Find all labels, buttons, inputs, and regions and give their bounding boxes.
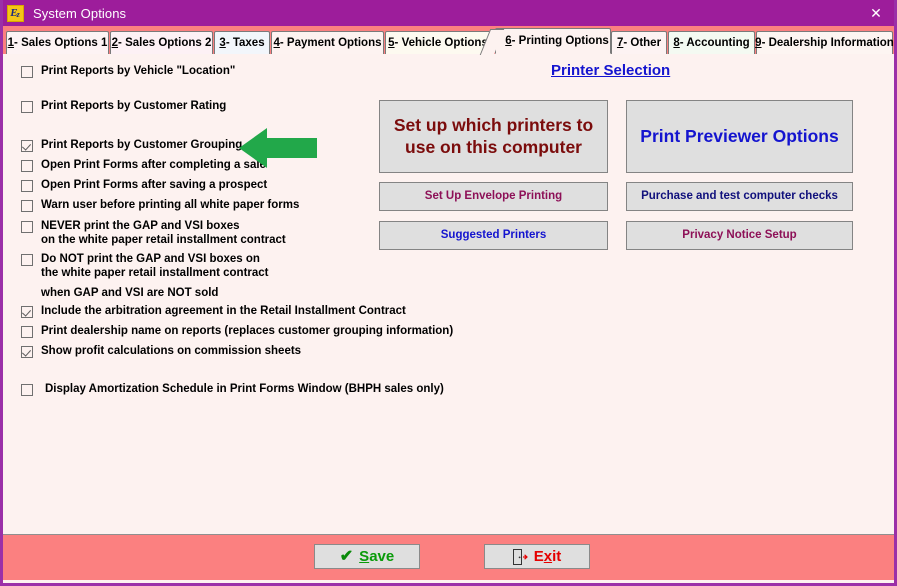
checkbox-open-print-forms-after-sale[interactable]: [21, 160, 33, 172]
tab-label: - Payment Options: [279, 37, 382, 49]
option-row-never-gap-vsi[interactable]: NEVER print the GAP and VSI boxes: [21, 220, 240, 233]
option-row-open-print-forms-sale[interactable]: Open Print Forms after completing a sale: [21, 159, 266, 172]
option-label: Print Reports by Customer Rating: [41, 100, 227, 112]
option-label: Print dealership name on reports (replac…: [41, 325, 454, 337]
save-button[interactable]: ✔ Save: [314, 544, 420, 569]
checkbox-print-reports-by-customer-rating[interactable]: [21, 101, 33, 113]
checkbox-never-print-gap-vsi[interactable]: [21, 221, 33, 233]
suggested-printers-button[interactable]: Suggested Printers: [379, 221, 608, 250]
tab-vehicle-options[interactable]: 5 - Vehicle Options: [385, 31, 491, 54]
exit-button[interactable]: Exit: [484, 544, 590, 569]
option-row-arbitration-agreement[interactable]: Include the arbitration agreement in the…: [21, 305, 406, 318]
tab-label: - Printing Options: [511, 35, 609, 47]
ez-logo-icon: Ez: [7, 4, 24, 22]
option-label: Warn user before printing all white pape…: [41, 199, 300, 211]
option-label: Print Reports by Vehicle "Location": [41, 65, 236, 77]
purchase-test-computer-checks-button[interactable]: Purchase and test computer checks: [626, 182, 853, 211]
setup-envelope-printing-button[interactable]: Set Up Envelope Printing: [379, 182, 608, 211]
checkbox-open-print-forms-after-prospect[interactable]: [21, 180, 33, 192]
checkbox-show-profit-calculations[interactable]: [21, 346, 33, 358]
tab-payment-options[interactable]: 4 - Payment Options: [271, 31, 384, 54]
tab-strip: 1 - Sales Options 1 2 - Sales Options 2 …: [3, 26, 894, 55]
option-row-profit-calculations[interactable]: Show profit calculations on commission s…: [21, 345, 301, 358]
printer-selection-heading: Printer Selection: [551, 62, 671, 79]
tab-label: - Sales Options 2: [118, 37, 212, 49]
printing-options-panel: Print Reports by Vehicle "Location" Prin…: [3, 54, 894, 534]
tab-label: - Sales Options 1: [14, 37, 108, 49]
tab-accounting[interactable]: 8 - Accounting: [668, 31, 755, 54]
checkbox-do-not-print-gap-vsi[interactable]: [21, 254, 33, 266]
option-label: Print Reports by Customer Grouping: [41, 139, 243, 151]
option-continuation-donot-gap-line3: when GAP and VSI are NOT sold: [41, 287, 219, 299]
option-label: NEVER print the GAP and VSI boxes: [41, 220, 240, 232]
tab-printing-options[interactable]: 6 - Printing Options: [479, 28, 611, 55]
tab-dealership-information[interactable]: 9 - Dealership Information: [755, 31, 894, 54]
setup-printers-button[interactable]: Set up which printers to use on this com…: [379, 100, 608, 173]
option-label: Open Print Forms after saving a prospect: [41, 179, 268, 191]
checkbox-print-dealership-name-on-reports[interactable]: [21, 326, 33, 338]
tab-taxes[interactable]: 3 - Taxes: [214, 31, 270, 54]
option-label: Do NOT print the GAP and VSI boxes on: [41, 253, 260, 265]
option-label: Show profit calculations on commission s…: [41, 345, 302, 357]
tab-label: - Accounting: [679, 37, 750, 49]
tab-label: - Dealership Information: [761, 37, 894, 49]
tab-sales-options-2[interactable]: 2 - Sales Options 2: [110, 31, 213, 54]
checkbox-print-reports-by-vehicle-location[interactable]: [21, 66, 33, 78]
checkbox-include-arbitration-agreement[interactable]: [21, 306, 33, 318]
checkbox-print-reports-by-customer-grouping[interactable]: [21, 140, 33, 152]
tab-label: - Vehicle Options: [394, 37, 488, 49]
option-row-amortization-schedule[interactable]: Display Amortization Schedule in Print F…: [21, 383, 444, 396]
option-label: Display Amortization Schedule in Print F…: [45, 383, 444, 395]
option-row-warn-white-paper[interactable]: Warn user before printing all white pape…: [21, 199, 299, 212]
option-continuation-never-gap: on the white paper retail installment co…: [41, 234, 286, 246]
option-row-donot-gap-vsi[interactable]: Do NOT print the GAP and VSI boxes on: [21, 253, 260, 266]
tab-other[interactable]: 7 - Other: [611, 31, 667, 54]
tab-sales-options-1[interactable]: 1 - Sales Options 1: [6, 31, 109, 54]
option-label: Open Print Forms after completing a sale: [41, 159, 266, 171]
close-icon[interactable]: ✕: [855, 0, 894, 26]
exit-button-label: Exit: [533, 548, 562, 565]
option-row-customer-grouping[interactable]: Print Reports by Customer Grouping: [21, 139, 242, 152]
save-button-label: Save: [359, 548, 395, 565]
option-continuation-donot-gap-line2: the white paper retail installment contr…: [41, 267, 269, 279]
title-bar: Ez System Options ✕: [3, 0, 894, 26]
door-exit-icon: [512, 548, 528, 565]
option-row-customer-rating[interactable]: Print Reports by Customer Rating: [21, 100, 226, 113]
check-icon: ✔: [339, 547, 354, 565]
tab-label: - Taxes: [225, 37, 265, 49]
checkbox-display-amortization-schedule[interactable]: [21, 384, 33, 396]
privacy-notice-setup-button[interactable]: Privacy Notice Setup: [626, 221, 853, 250]
print-previewer-options-button[interactable]: Print Previewer Options: [626, 100, 853, 173]
option-label: Include the arbitration agreement in the…: [41, 305, 406, 317]
tab-label: - Other: [623, 37, 662, 49]
system-options-window: Ez System Options ✕ 1 - Sales Options 1 …: [0, 0, 897, 586]
footer-bar: ✔ Save Exit: [3, 534, 894, 580]
checkbox-warn-before-printing-white-paper[interactable]: [21, 200, 33, 212]
option-row-open-print-forms-prospect[interactable]: Open Print Forms after saving a prospect: [21, 179, 267, 192]
option-row-vehicle-location[interactable]: Print Reports by Vehicle "Location": [21, 65, 235, 78]
option-row-dealership-name-on-reports[interactable]: Print dealership name on reports (replac…: [21, 325, 453, 338]
window-title: System Options: [33, 5, 127, 21]
